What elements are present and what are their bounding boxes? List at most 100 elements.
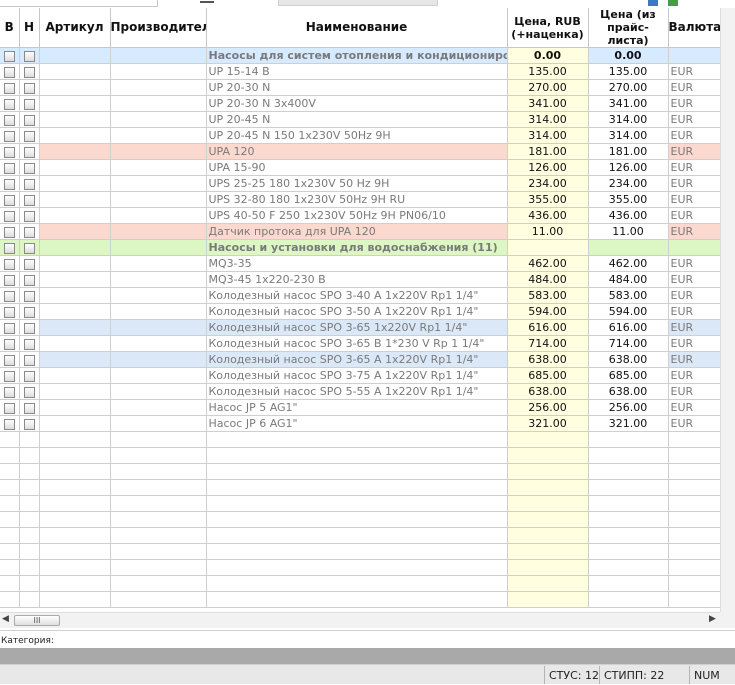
article-cell[interactable] [39, 207, 111, 224]
article-cell[interactable] [39, 159, 111, 176]
checkbox-v[interactable] [0, 415, 20, 432]
currency-cell[interactable]: EUR [668, 127, 720, 144]
group-row[interactable]: Насосы для систем отопления и кондициони… [0, 47, 720, 64]
article-cell[interactable] [39, 383, 111, 400]
checkbox-icon[interactable] [23, 162, 35, 174]
price-cell[interactable] [507, 239, 589, 256]
price-list-cell[interactable]: 685.00 [588, 367, 669, 384]
table-row[interactable]: UP 20-45 N 314.00 314.00 EUR [0, 111, 720, 128]
checkbox-v[interactable] [0, 223, 20, 240]
price-cell[interactable]: 270.00 [507, 79, 589, 96]
name-cell[interactable]: UPA 120 [206, 143, 508, 160]
table-row[interactable]: MQ3-35 462.00 462.00 EUR [0, 255, 720, 272]
excel-icon[interactable] [668, 0, 678, 6]
name-cell[interactable]: Колодезный насос SPO 5-55 A 1x220V Rp1 1… [206, 383, 508, 400]
name-cell[interactable]: Насос JP 6 AG1" [206, 415, 508, 432]
price-list-cell[interactable]: 583.00 [588, 287, 669, 304]
table-row[interactable]: Колодезный насос SPO 3-65 A 1x220V Rp1 1… [0, 351, 720, 368]
currency-cell[interactable]: EUR [668, 143, 720, 160]
manufacturer-cell[interactable] [110, 79, 207, 96]
article-cell[interactable] [39, 95, 111, 112]
checkbox-icon[interactable] [3, 50, 15, 62]
price-cell[interactable]: 616.00 [507, 319, 589, 336]
checkbox-icon[interactable] [23, 386, 35, 398]
checkbox-v[interactable] [0, 191, 20, 208]
checkbox-icon[interactable] [23, 354, 35, 366]
price-cell[interactable]: 126.00 [507, 159, 589, 176]
article-cell[interactable] [39, 303, 111, 320]
price-cell[interactable]: 11.00 [507, 223, 589, 240]
table-row[interactable]: Колодезный насос SPO 3-40 A 1x220V Rp1 1… [0, 287, 720, 304]
manufacturer-cell[interactable] [110, 399, 207, 416]
checkbox-n[interactable] [19, 367, 40, 384]
price-list-cell[interactable]: 256.00 [588, 399, 669, 416]
currency-cell[interactable]: EUR [668, 303, 720, 320]
checkbox-icon[interactable] [23, 418, 35, 430]
checkbox-n[interactable] [19, 159, 40, 176]
checkbox-n[interactable] [19, 47, 40, 64]
manufacturer-cell[interactable] [110, 415, 207, 432]
name-cell[interactable]: Колодезный насос SPO 3-65 B 1*230 V Rp 1… [206, 335, 508, 352]
article-cell[interactable] [39, 367, 111, 384]
checkbox-n[interactable] [19, 383, 40, 400]
checkbox-n[interactable] [19, 303, 40, 320]
price-cell[interactable]: 583.00 [507, 287, 589, 304]
table-row[interactable]: Колодезный насос SPO 3-65 1x220V Rp1 1/4… [0, 319, 720, 336]
checkbox-icon[interactable] [23, 226, 35, 238]
manufacturer-cell[interactable] [110, 303, 207, 320]
price-list-cell[interactable]: 714.00 [588, 335, 669, 352]
checkbox-v[interactable] [0, 303, 20, 320]
checkbox-v[interactable] [0, 367, 20, 384]
checkbox-icon[interactable] [23, 66, 35, 78]
checkbox-n[interactable] [19, 143, 40, 160]
currency-cell[interactable] [668, 239, 720, 256]
table-row[interactable]: UP 15-14 B 135.00 135.00 EUR [0, 63, 720, 80]
table-row[interactable]: Колодезный насос SPO 3-65 B 1*230 V Rp 1… [0, 335, 720, 352]
export-icon[interactable] [648, 0, 658, 6]
checkbox-icon[interactable] [3, 98, 15, 110]
name-cell[interactable]: UP 15-14 B [206, 63, 508, 80]
name-cell[interactable]: Колодезный насос SPO 3-40 A 1x220V Rp1 1… [206, 287, 508, 304]
price-list-cell[interactable]: 462.00 [588, 255, 669, 272]
name-cell[interactable]: Насос JP 5 AG1" [206, 399, 508, 416]
price-list-cell[interactable]: 126.00 [588, 159, 669, 176]
header-name[interactable]: Наименование [206, 8, 508, 48]
price-cell[interactable]: 321.00 [507, 415, 589, 432]
manufacturer-cell[interactable] [110, 255, 207, 272]
manufacturer-cell[interactable] [110, 111, 207, 128]
price-cell[interactable]: 341.00 [507, 95, 589, 112]
name-cell[interactable]: Колодезный насос SPO 3-65 A 1x220V Rp1 1… [206, 351, 508, 368]
checkbox-v[interactable] [0, 207, 20, 224]
table-row[interactable]: Колодезный насос SPO 5-55 A 1x220V Rp1 1… [0, 383, 720, 400]
scroll-thumb[interactable]: III [14, 615, 60, 626]
currency-cell[interactable]: EUR [668, 415, 720, 432]
price-cell[interactable]: 355.00 [507, 191, 589, 208]
checkbox-icon[interactable] [3, 290, 15, 302]
name-cell[interactable]: Датчик протока для UPA 120 [206, 223, 508, 240]
currency-cell[interactable]: EUR [668, 111, 720, 128]
checkbox-n[interactable] [19, 223, 40, 240]
checkbox-icon[interactable] [3, 162, 15, 174]
checkbox-icon[interactable] [3, 82, 15, 94]
table-row[interactable]: Насос JP 6 AG1" 321.00 321.00 EUR [0, 415, 720, 432]
checkbox-icon[interactable] [23, 258, 35, 270]
price-list-cell[interactable]: 436.00 [588, 207, 669, 224]
price-cell[interactable]: 714.00 [507, 335, 589, 352]
checkbox-v[interactable] [0, 351, 20, 368]
table-row[interactable]: Датчик протока для UPA 120 11.00 11.00 EUR [0, 223, 720, 240]
name-cell[interactable]: UPS 32-80 180 1x230V 50Hz 9H RU [206, 191, 508, 208]
name-cell[interactable]: UP 20-45 N 150 1x230V 50Hz 9H [206, 127, 508, 144]
checkbox-icon[interactable] [3, 194, 15, 206]
article-cell[interactable] [39, 191, 111, 208]
name-cell[interactable]: UP 20-45 N [206, 111, 508, 128]
table-row[interactable]: Колодезный насос SPO 3-50 A 1x220V Rp1 1… [0, 303, 720, 320]
checkbox-n[interactable] [19, 239, 40, 256]
price-list-cell[interactable]: 484.00 [588, 271, 669, 288]
checkbox-icon[interactable] [23, 338, 35, 350]
checkbox-icon[interactable] [3, 306, 15, 318]
checkbox-icon[interactable] [3, 354, 15, 366]
manufacturer-cell[interactable] [110, 175, 207, 192]
checkbox-icon[interactable] [3, 114, 15, 126]
price-cell[interactable]: 436.00 [507, 207, 589, 224]
header-n[interactable]: Н [19, 8, 40, 48]
